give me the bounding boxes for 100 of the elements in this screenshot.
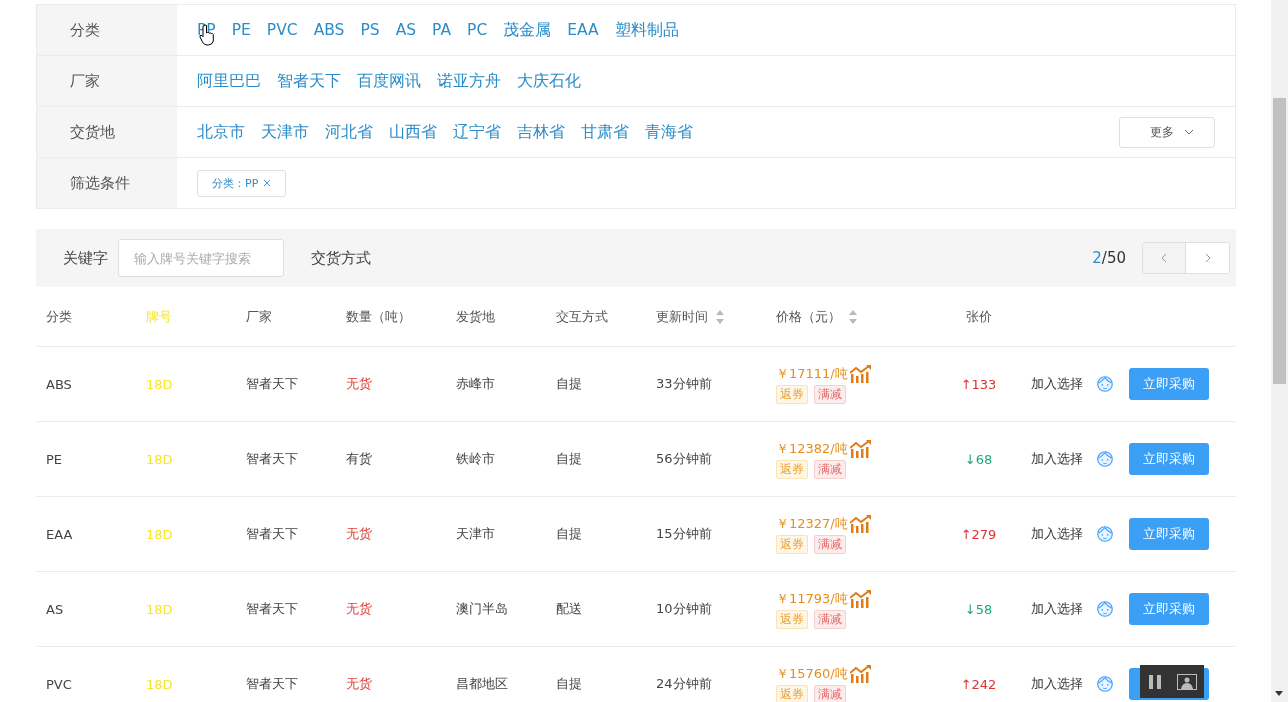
trend-chart-icon[interactable] (849, 514, 872, 533)
trend-chart-icon[interactable] (849, 589, 872, 608)
picture-in-picture-icon[interactable] (1176, 673, 1197, 690)
pause-icon[interactable] (1147, 674, 1162, 689)
promo-tag: 满减 (814, 684, 846, 702)
promo-tag: 返券 (776, 459, 808, 479)
table-cell-text: AS (45, 601, 65, 617)
buy-now-button[interactable]: 立即采购 (1129, 368, 1209, 400)
price-text: ￥12382/吨 (776, 439, 848, 458)
price-change: ↑279 (959, 526, 998, 542)
keyword-label: 关键字 (63, 248, 108, 268)
filter-option[interactable]: PVC (266, 21, 298, 39)
table-cell-text: 自提 (555, 525, 583, 543)
filter-label: 筛选条件 (37, 158, 177, 208)
column-header[interactable]: 更新时间 (656, 307, 724, 326)
trend-chart-icon[interactable] (849, 364, 872, 383)
scroll-down-icon[interactable] (1275, 691, 1283, 696)
page-indicator: 2/50 (1092, 249, 1126, 267)
filter-option[interactable]: ABS (313, 21, 345, 39)
add-to-selection-link[interactable]: 加入选择 (1031, 675, 1083, 693)
filter-option[interactable]: 吉林省 (517, 121, 565, 143)
stock-status: 无货 (345, 525, 373, 543)
customer-service-icon[interactable] (1095, 449, 1115, 469)
filter-option[interactable]: 大庆石化 (517, 70, 581, 92)
filter-label: 交货地 (37, 107, 177, 157)
column-header: 分类 (46, 307, 72, 326)
more-button[interactable]: 更多 (1119, 116, 1215, 148)
table-cell-text: 智者天下 (245, 450, 299, 468)
filter-option[interactable]: 茂金属 (503, 19, 552, 41)
promo-tag: 返券 (776, 384, 808, 404)
filter-option[interactable]: PE (231, 21, 251, 39)
column-header[interactable]: 价格（元） (776, 307, 857, 326)
promo-tag: 返券 (776, 609, 808, 629)
table-cell-text: 昌都地区 (455, 675, 509, 693)
filter-option[interactable]: PS (360, 21, 380, 39)
filter-option[interactable]: 辽宁省 (453, 121, 501, 143)
filter-option[interactable]: 诺亚方舟 (437, 70, 501, 92)
promo-tag: 返券 (776, 534, 808, 554)
table-cell-text: 18D (145, 376, 174, 392)
customer-service-icon[interactable] (1095, 599, 1115, 619)
filter-option[interactable]: 北京市 (197, 121, 245, 143)
price-text: ￥17111/吨 (776, 364, 848, 383)
table-cell-text: ABS (45, 376, 73, 392)
table-cell-text: PE (45, 451, 64, 467)
filter-option[interactable]: 河北省 (325, 121, 373, 143)
filter-option[interactable]: AS (395, 21, 417, 39)
stock-status: 有货 (345, 450, 373, 468)
close-icon[interactable] (263, 179, 272, 187)
filter-option[interactable]: PA (432, 21, 452, 39)
column-header: 发货地 (456, 307, 495, 326)
add-to-selection-link[interactable]: 加入选择 (1031, 375, 1083, 393)
promo-tag: 满减 (814, 534, 846, 554)
sort-icon[interactable] (716, 309, 724, 324)
scrollbar[interactable] (1271, 0, 1288, 702)
filter-chip[interactable]: 分类：PP (197, 169, 287, 197)
table-cell-text: 智者天下 (245, 525, 299, 543)
table-cell-text: 智者天下 (245, 600, 299, 618)
table-cell-text: 自提 (555, 450, 583, 468)
customer-service-icon[interactable] (1095, 524, 1115, 544)
buy-now-button[interactable]: 立即采购 (1129, 443, 1209, 475)
add-to-selection-link[interactable]: 加入选择 (1031, 600, 1083, 618)
filter-option[interactable]: 百度网讯 (357, 70, 421, 92)
filter-option[interactable]: EAA (567, 21, 599, 39)
sort-icon[interactable] (849, 309, 857, 324)
table-cell-text: 澳门半岛 (455, 600, 509, 618)
filter-option[interactable]: 青海省 (645, 121, 693, 143)
column-header: 交互方式 (556, 307, 608, 326)
table-cell-text: 赤峰市 (455, 375, 496, 393)
price-text: ￥12327/吨 (776, 514, 848, 533)
filter-option[interactable]: 智者天下 (277, 70, 341, 92)
filter-option[interactable]: 塑料制品 (614, 19, 679, 41)
filter-option[interactable]: 天津市 (261, 121, 309, 143)
table-cell-text: PVC (45, 676, 73, 692)
price-change: ↑242 (959, 676, 998, 692)
table-cell-text: EAA (45, 526, 74, 542)
table-cell-text: 配送 (555, 600, 583, 618)
column-header: 张价 (965, 307, 992, 326)
column-header: 厂家 (246, 307, 272, 326)
trend-chart-icon[interactable] (849, 439, 872, 458)
customer-service-icon[interactable] (1095, 374, 1115, 394)
buy-now-button[interactable]: 立即采购 (1129, 593, 1209, 625)
customer-service-icon[interactable] (1095, 674, 1115, 694)
filter-option[interactable]: PC (467, 21, 488, 39)
promo-tag: 返券 (776, 684, 808, 702)
search-field[interactable]: 输入牌号关键字搜索 (118, 239, 284, 277)
table-cell-text: 56分钟前 (655, 450, 713, 468)
table-cell-text: 自提 (555, 375, 583, 393)
filter-option[interactable]: 甘肃省 (581, 121, 629, 143)
filter-option[interactable]: 山西省 (389, 121, 437, 143)
add-to-selection-link[interactable]: 加入选择 (1031, 525, 1083, 543)
add-to-selection-link[interactable]: 加入选择 (1031, 450, 1083, 468)
price-text: ￥15760/吨 (776, 664, 848, 683)
table-cell-text: 自提 (555, 675, 583, 693)
table-cell-text: 铁岭市 (455, 450, 496, 468)
table-cell-text: 智者天下 (245, 675, 299, 693)
scrollbar-thumb[interactable] (1273, 98, 1286, 384)
trend-chart-icon[interactable] (849, 664, 872, 683)
price-text: ￥11793/吨 (776, 589, 848, 608)
buy-now-button[interactable]: 立即采购 (1129, 518, 1209, 550)
filter-option[interactable]: 阿里巴巴 (197, 70, 261, 92)
